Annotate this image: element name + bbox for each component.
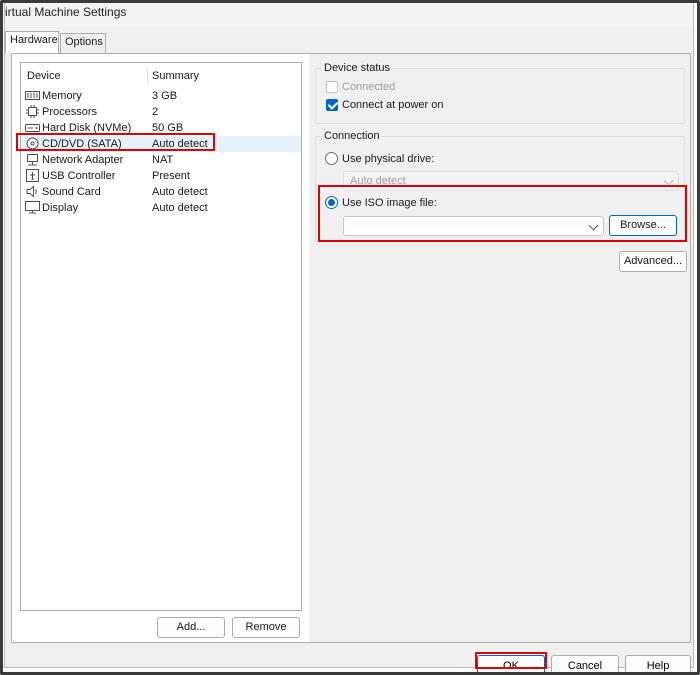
processor-icon — [26, 105, 39, 118]
help-button[interactable]: Help — [625, 655, 691, 675]
connection-title: Connection — [322, 130, 382, 142]
connect-at-power-on-checkbox[interactable] — [326, 99, 338, 111]
use-iso-image-label: Use ISO image file: — [342, 197, 437, 209]
use-physical-drive-label: Use physical drive: — [342, 153, 435, 165]
device-row-cd-dvd[interactable]: CD/DVD (SATA) Auto detect — [21, 136, 301, 152]
tab-options[interactable]: Options — [60, 33, 106, 53]
use-physical-drive-radio[interactable] — [325, 152, 338, 165]
browse-button[interactable]: Browse... — [609, 215, 677, 236]
virtual-machine-settings-window: irtual Machine Settings Hardware Options… — [4, 0, 694, 675]
add-device-button[interactable]: Add... — [157, 617, 225, 638]
column-header-device[interactable]: Device — [27, 70, 61, 82]
remove-device-button[interactable]: Remove — [232, 617, 300, 638]
window-title: irtual Machine Settings — [5, 5, 127, 19]
connect-at-power-on-label: Connect at power on — [342, 99, 444, 111]
connected-checkbox[interactable] — [326, 81, 338, 93]
device-settings-panel: Device status Connected Connect at power… — [309, 54, 690, 642]
chevron-down-icon — [588, 220, 599, 231]
device-list[interactable]: Device Summary Memory 3 GB Processors 2 … — [20, 62, 302, 611]
device-name: Network Adapter — [42, 154, 124, 166]
device-name: Hard Disk (NVMe) — [42, 122, 132, 134]
device-summary: 3 GB — [152, 90, 178, 102]
cancel-button[interactable]: Cancel — [551, 655, 619, 675]
column-header-summary[interactable]: Summary — [152, 70, 199, 82]
device-name: Memory — [42, 90, 82, 102]
hardware-tab-panel: Device Summary Memory 3 GB Processors 2 … — [11, 53, 691, 643]
device-summary: Auto detect — [152, 202, 208, 214]
device-summary: 50 GB — [152, 122, 184, 134]
device-list-header: Device Summary — [21, 63, 301, 85]
column-separator[interactable] — [147, 67, 148, 83]
cd-dvd-icon — [26, 137, 39, 150]
chevron-down-icon — [663, 175, 674, 186]
physical-drive-select[interactable]: Auto detect — [343, 171, 679, 191]
device-summary: Present — [152, 170, 190, 182]
memory-icon — [25, 91, 40, 100]
device-summary: Auto detect — [152, 186, 208, 198]
device-status-title: Device status — [322, 62, 393, 74]
usb-controller-icon — [26, 169, 39, 182]
device-summary: 2 — [152, 106, 159, 118]
connected-label: Connected — [342, 81, 396, 93]
display-icon — [25, 201, 40, 214]
device-row-network-adapter[interactable]: Network Adapter NAT — [21, 152, 301, 168]
device-name: USB Controller — [42, 170, 116, 182]
device-name: Display — [42, 202, 79, 214]
tab-hardware[interactable]: Hardware — [5, 31, 59, 53]
advanced-button[interactable]: Advanced... — [619, 251, 687, 272]
device-name: CD/DVD (SATA) — [42, 138, 122, 150]
network-adapter-icon — [27, 154, 38, 166]
device-summary: Auto detect — [152, 138, 208, 150]
device-row-memory[interactable]: Memory 3 GB — [21, 88, 301, 104]
title-bar: irtual Machine Settings — [5, 1, 693, 27]
hard-disk-icon — [25, 124, 40, 132]
connection-group: Connection Use physical drive: Auto dete… — [315, 130, 685, 242]
device-row-processors[interactable]: Processors 2 — [21, 104, 301, 120]
device-row-sound-card[interactable]: Sound Card Auto detect — [21, 184, 301, 200]
device-row-hard-disk[interactable]: Hard Disk (NVMe) 50 GB — [21, 120, 301, 136]
device-row-usb-controller[interactable]: USB Controller Present — [21, 168, 301, 184]
device-row-display[interactable]: Display Auto detect — [21, 200, 301, 216]
device-name: Sound Card — [42, 186, 101, 198]
device-name: Processors — [42, 106, 98, 118]
physical-drive-value: Auto detect — [350, 175, 406, 187]
device-summary: NAT — [152, 154, 174, 166]
ok-button[interactable]: OK — [477, 655, 545, 675]
iso-image-path-combo[interactable] — [343, 216, 604, 236]
device-status-group: Device status Connected Connect at power… — [315, 62, 685, 124]
sound-card-icon — [26, 185, 37, 198]
use-iso-image-radio[interactable] — [325, 196, 338, 209]
